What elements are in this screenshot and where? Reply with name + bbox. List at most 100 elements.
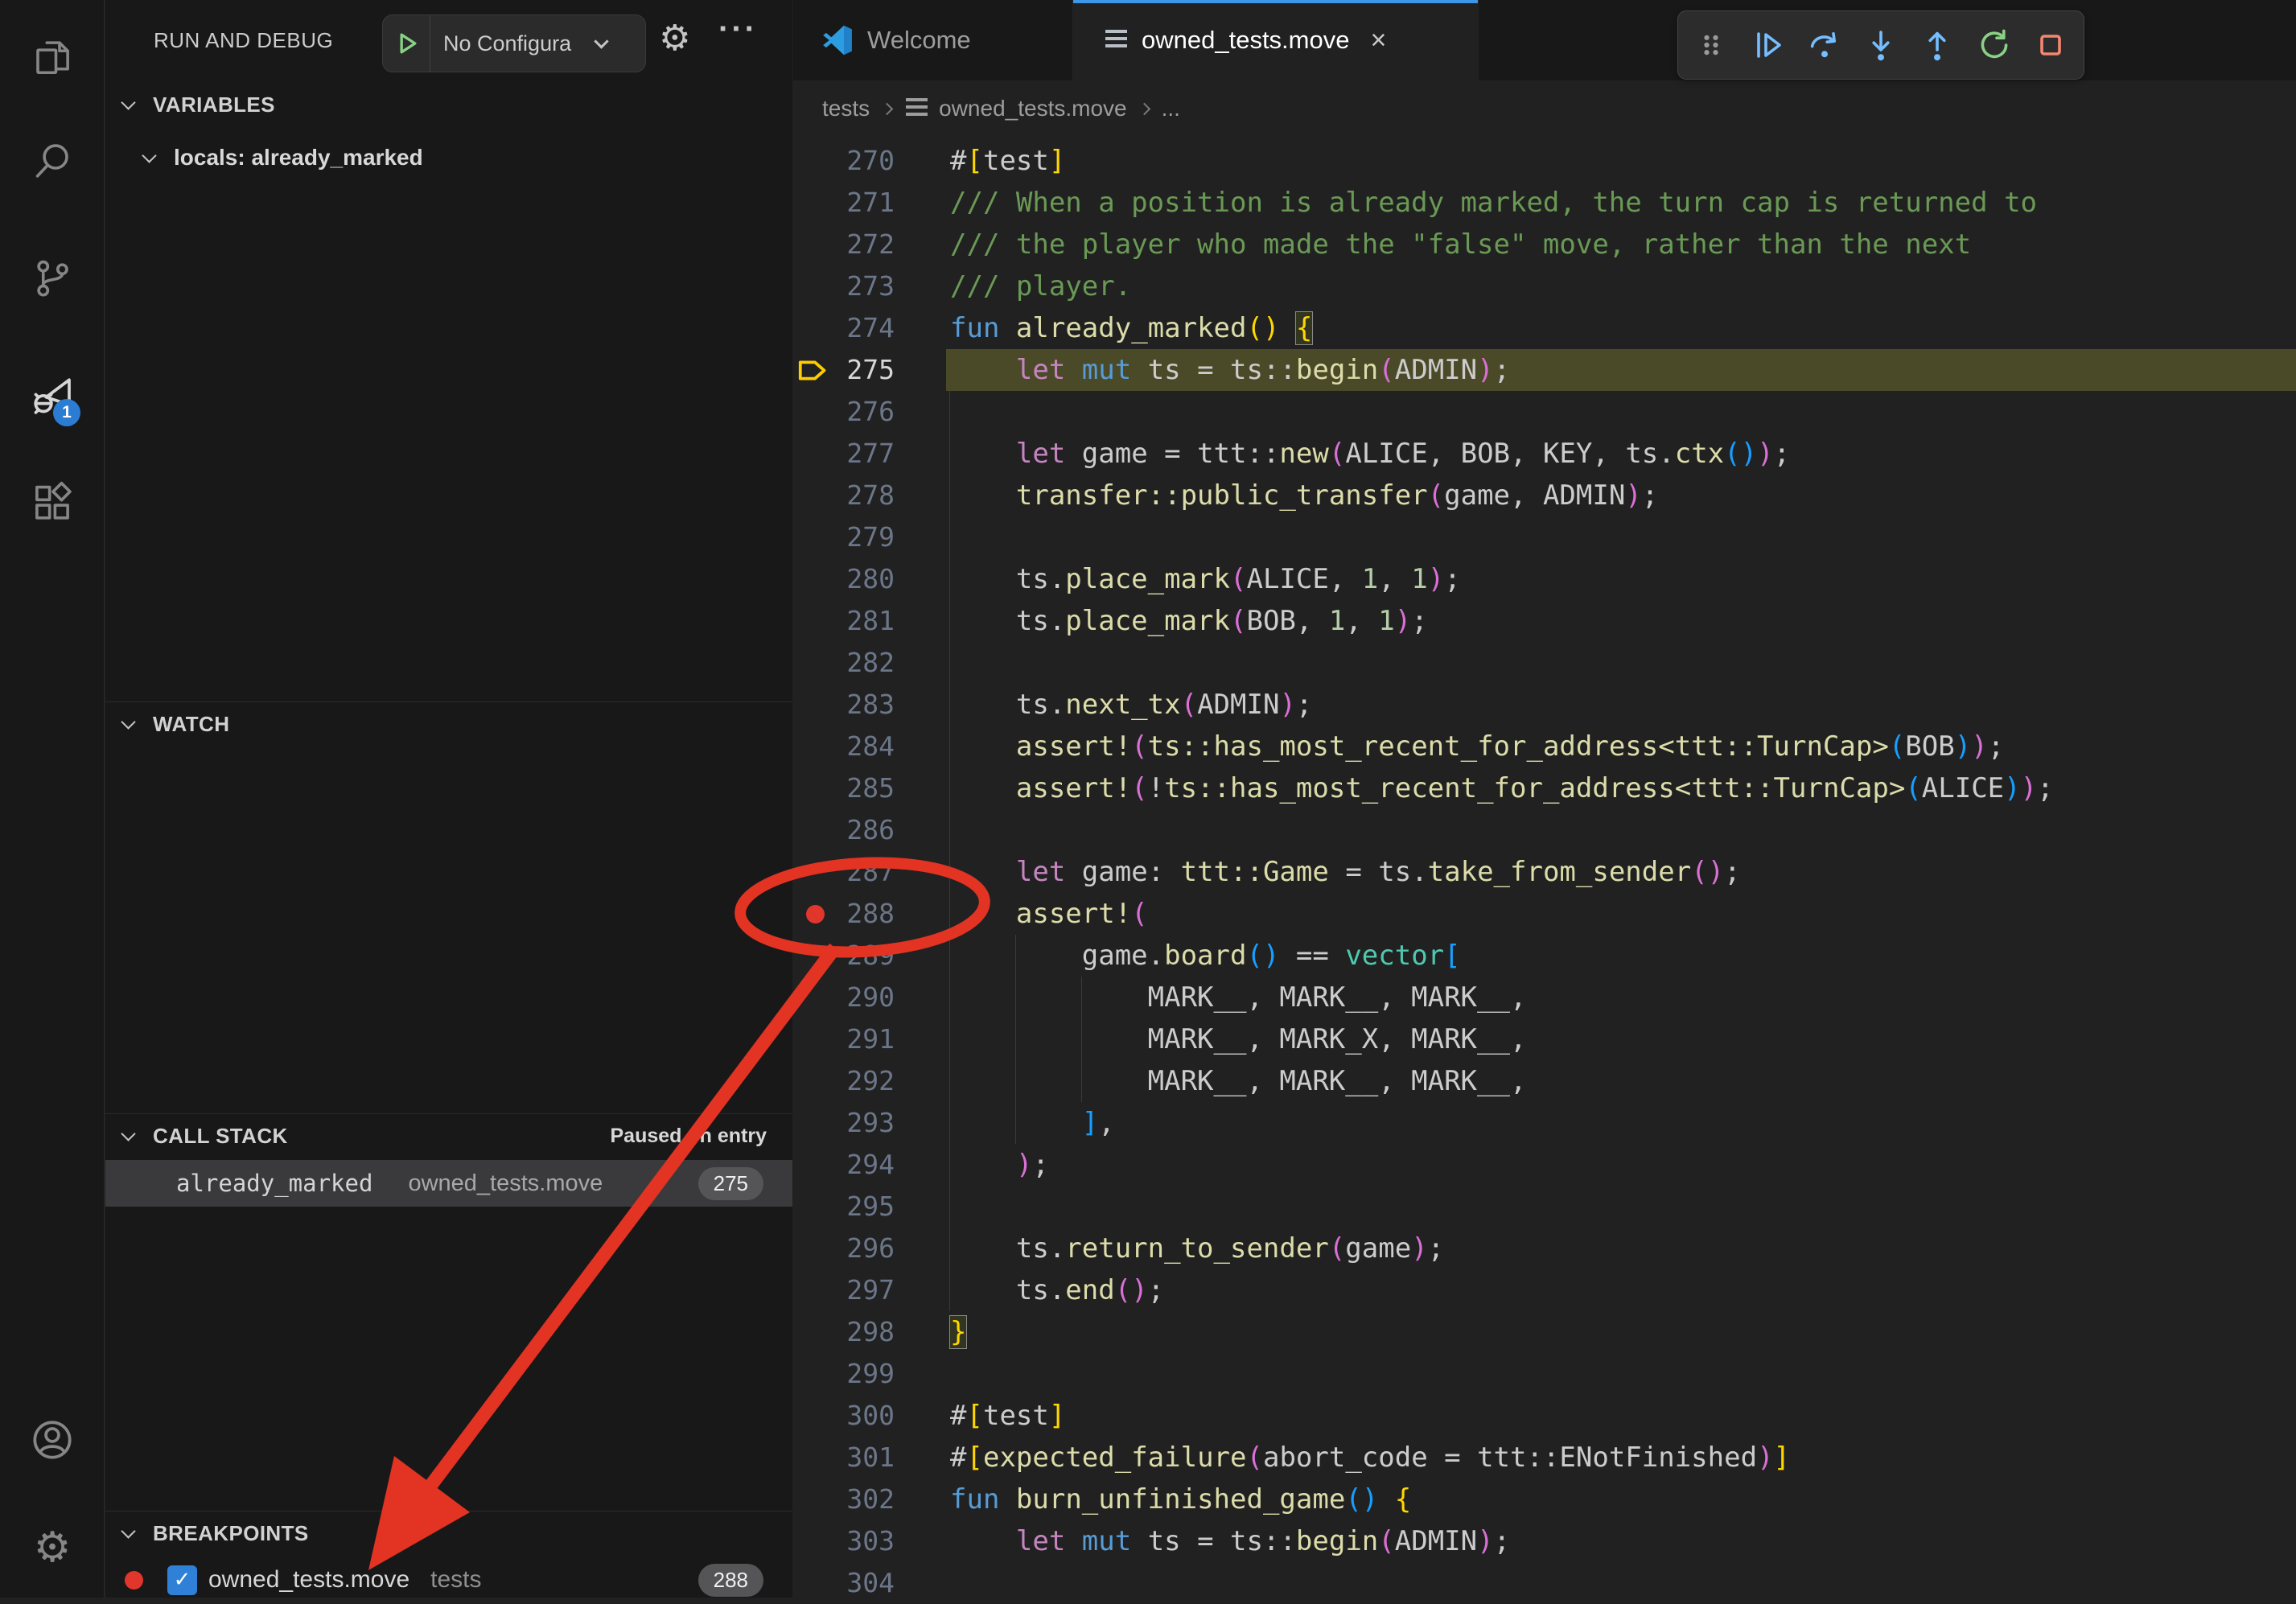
line-number[interactable]: 280 [838,558,895,600]
breakpoint-gutter[interactable] [793,182,838,224]
line-number[interactable]: 279 [838,516,895,558]
code-line[interactable]: 295 [793,1186,2296,1228]
breakpoint-gutter[interactable] [793,1353,838,1395]
line-number[interactable]: 294 [838,1144,895,1186]
breakpoint-gutter[interactable] [793,1395,838,1437]
breakpoint-gutter[interactable] [793,1144,838,1186]
line-number[interactable]: 293 [838,1102,895,1144]
code-line[interactable]: 292 MARK__, MARK__, MARK__, [793,1060,2296,1102]
code-line[interactable]: 282 [793,642,2296,684]
code-line[interactable]: 284 assert!(ts::has_most_recent_for_addr… [793,726,2296,767]
variables-section-header[interactable]: VARIABLES [105,82,792,127]
restart-icon[interactable] [1971,22,2018,68]
breakpoint-gutter[interactable] [793,475,838,516]
code-line[interactable]: 281 ts.place_mark(BOB, 1, 1); [793,600,2296,642]
breakpoint-gutter[interactable] [793,1562,838,1604]
call-stack-frame-row[interactable]: already_marked owned_tests.move 275 [105,1160,792,1207]
code-line[interactable]: 270#[test] [793,140,2296,182]
code-line[interactable]: 300#[test] [793,1395,2296,1437]
line-number[interactable]: 277 [838,433,895,475]
code-line[interactable]: 280 ts.place_mark(ALICE, 1, 1); [793,558,2296,600]
breakpoints-section-header[interactable]: BREAKPOINTS [105,1511,792,1556]
settings-gear-icon[interactable]: ⚙ [30,1525,75,1570]
code-line[interactable]: 286 [793,809,2296,851]
breakpoint-gutter[interactable] [793,224,838,265]
breakpoint-dot-icon[interactable] [806,905,825,923]
breakpoint-gutter[interactable] [793,1479,838,1520]
line-number[interactable]: 287 [838,851,895,893]
search-icon[interactable] [30,138,75,183]
line-number[interactable]: 278 [838,475,895,516]
continue-icon[interactable] [1745,22,1792,68]
line-number[interactable]: 299 [838,1353,895,1395]
line-number[interactable]: 291 [838,1018,895,1060]
code-line[interactable]: 293 ], [793,1102,2296,1144]
breakpoint-gutter[interactable] [793,1311,838,1353]
breadcrumb-folder[interactable]: tests [822,96,870,121]
code-line[interactable]: 287 let game: ttt::Game = ts.take_from_s… [793,851,2296,893]
source-control-icon[interactable] [30,256,75,301]
watch-section-header[interactable]: WATCH [105,701,792,746]
code-line[interactable]: 277 let game = ttt::new(ALICE, BOB, KEY,… [793,433,2296,475]
breakpoint-gutter[interactable] [793,1269,838,1311]
line-number[interactable]: 290 [838,977,895,1018]
line-number[interactable]: 283 [838,684,895,726]
code-line[interactable]: 299 [793,1353,2296,1395]
line-number[interactable]: 274 [838,307,895,349]
breakpoint-list-item[interactable]: ✓ owned_tests.move tests 288 [105,1556,792,1604]
code-line[interactable]: 283 ts.next_tx(ADMIN); [793,684,2296,726]
line-number[interactable]: 281 [838,600,895,642]
breakpoint-gutter[interactable] [793,1228,838,1269]
code-line[interactable]: 297 ts.end(); [793,1269,2296,1311]
stop-icon[interactable] [2027,22,2074,68]
breakpoint-checkbox[interactable]: ✓ [167,1565,197,1595]
breakpoint-gutter[interactable] [793,642,838,684]
breakpoint-gutter[interactable] [793,140,838,182]
code-line[interactable]: 276 [793,391,2296,433]
breakpoint-gutter[interactable] [793,977,838,1018]
line-number[interactable]: 284 [838,726,895,767]
breakpoint-gutter[interactable] [793,935,838,977]
extensions-icon[interactable] [30,479,75,524]
line-number[interactable]: 298 [838,1311,895,1353]
breakpoint-gutter[interactable] [793,1018,838,1060]
breakpoint-gutter[interactable] [793,516,838,558]
explorer-icon[interactable] [30,34,75,79]
line-number[interactable]: 272 [838,224,895,265]
line-number[interactable]: 303 [838,1520,895,1562]
breakpoint-gutter[interactable] [793,600,838,642]
code-line[interactable]: 303 let mut ts = ts::begin(ADMIN); [793,1520,2296,1562]
code-line[interactable]: 298} [793,1311,2296,1353]
code-line[interactable]: 275 let mut ts = ts::begin(ADMIN); [793,349,2296,391]
code-line[interactable]: 271/// When a position is already marked… [793,182,2296,224]
run-config-dropdown[interactable]: No Configura [382,14,646,72]
code-line[interactable]: 273/// player. [793,265,2296,307]
line-number[interactable]: 276 [838,391,895,433]
code-line[interactable]: 285 assert!(!ts::has_most_recent_for_add… [793,767,2296,809]
more-actions-icon[interactable]: ··· [718,11,758,47]
account-icon[interactable] [30,1417,75,1462]
code-line[interactable]: 279 [793,516,2296,558]
code-line[interactable]: 274fun already_marked() { [793,307,2296,349]
line-number[interactable]: 286 [838,809,895,851]
tab-welcome[interactable]: Welcome [793,0,1073,80]
code-line[interactable]: 291 MARK__, MARK_X, MARK__, [793,1018,2296,1060]
breakpoint-gutter[interactable] [793,684,838,726]
code-line[interactable]: 294 ); [793,1144,2296,1186]
line-number[interactable]: 275 [838,349,895,391]
line-number[interactable]: 270 [838,140,895,182]
line-number[interactable]: 304 [838,1562,895,1604]
breakpoint-gutter[interactable] [793,433,838,475]
step-into-icon[interactable] [1858,22,1904,68]
line-number[interactable]: 285 [838,767,895,809]
step-over-icon[interactable] [1801,22,1848,68]
breakpoint-gutter[interactable] [793,809,838,851]
code-line[interactable]: 290 MARK__, MARK__, MARK__, [793,977,2296,1018]
breakpoint-gutter[interactable] [793,851,838,893]
code-line[interactable]: 289 game.board() == vector[ [793,935,2296,977]
line-number[interactable]: 271 [838,182,895,224]
variables-scope-locals[interactable]: locals: already_marked [105,135,792,180]
line-number[interactable]: 297 [838,1269,895,1311]
breakpoint-gutter[interactable] [793,391,838,433]
breakpoint-gutter[interactable] [793,307,838,349]
